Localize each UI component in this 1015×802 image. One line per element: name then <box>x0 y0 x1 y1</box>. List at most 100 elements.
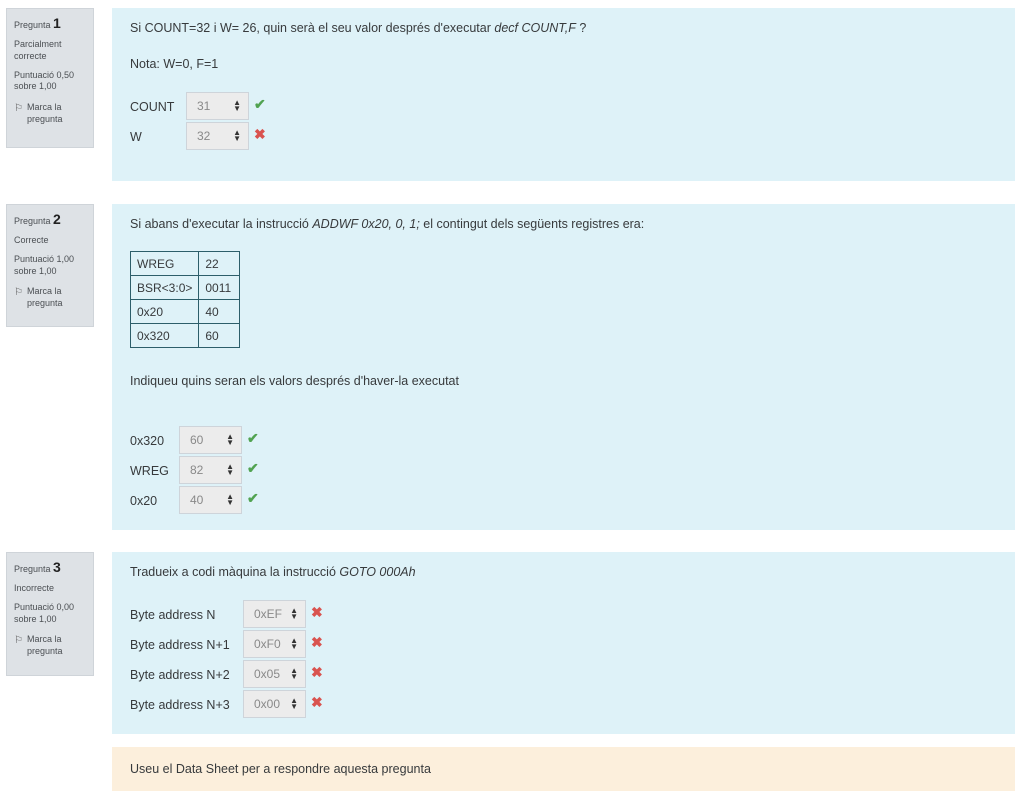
question-text-part: Si COUNT=32 i W= 26, quin serà el seu va… <box>130 21 495 35</box>
select-value: 40 <box>190 493 204 507</box>
question-number: Pregunta 3 <box>14 558 86 576</box>
question-info-3: Pregunta 3 Incorrecte Puntuació 0,00 sob… <box>6 552 94 676</box>
flag-question-link[interactable]: ⚐ Marca la pregunta <box>14 286 86 309</box>
cross-icon: ✖ <box>254 126 266 142</box>
answer-select-w[interactable]: 32 ▲ ▼ <box>186 122 249 150</box>
table-cell: 40 <box>198 299 241 324</box>
question-text-italic: decf COUNT,F <box>494 21 576 35</box>
answer-select-byte-n3[interactable]: 0x00 ▲ ▼ <box>243 690 306 718</box>
question-state: Incorrecte <box>14 583 55 594</box>
check-icon: ✔ <box>254 96 266 112</box>
answer-select-0x20[interactable]: 40 ▲ ▼ <box>179 486 242 514</box>
updown-arrow-icon: ▲ ▼ <box>233 98 241 113</box>
question-text: Si COUNT=32 i W= 26, quin serà el seu va… <box>130 21 586 35</box>
cross-icon: ✖ <box>311 604 323 620</box>
table-cell: 0x20 <box>129 299 200 324</box>
table-cell: WREG <box>129 251 200 276</box>
table-row: WREG 22 <box>129 251 241 276</box>
question-state: Parcialment correcte <box>14 39 62 61</box>
question-text: Si abans d'executar la instrucció ADDWF … <box>130 217 644 231</box>
updown-arrow-icon: ▲ ▼ <box>226 432 234 447</box>
flag-icon: ⚐ <box>14 287 23 299</box>
updown-arrow-icon: ▲ ▼ <box>233 128 241 143</box>
question-number: Pregunta 2 <box>14 210 86 228</box>
answer-label: Byte address N <box>130 608 216 622</box>
hint-box: Useu el Data Sheet per a respondre aques… <box>112 747 1015 791</box>
question-grade: Puntuació 0,50 sobre 1,00 <box>14 69 75 92</box>
question-grade: Puntuació 1,00 sobre 1,00 <box>14 253 75 276</box>
flag-question-link[interactable]: ⚐ Marca la pregunta <box>14 102 86 125</box>
answer-select-byte-n2[interactable]: 0x05 ▲ ▼ <box>243 660 306 688</box>
flag-icon: ⚐ <box>14 635 23 647</box>
question-label: Pregunta <box>14 564 51 574</box>
answer-select-byte-n1[interactable]: 0xF0 ▲ ▼ <box>243 630 306 658</box>
check-icon: ✔ <box>247 430 259 446</box>
answer-select-byte-n[interactable]: 0xEF ▲ ▼ <box>243 600 306 628</box>
question-number-value: 2 <box>53 211 61 227</box>
table-cell: 0011 <box>198 275 241 300</box>
flag-question-link[interactable]: ⚐ Marca la pregunta <box>14 634 86 657</box>
answer-select-wreg[interactable]: 82 ▲ ▼ <box>179 456 242 484</box>
question-info-2: Pregunta 2 Correcte Puntuació 1,00 sobre… <box>6 204 94 327</box>
table-cell: BSR<3:0> <box>129 275 200 300</box>
check-icon: ✔ <box>247 460 259 476</box>
select-value: 0xF0 <box>254 637 281 651</box>
question-number: Pregunta 1 <box>14 14 86 32</box>
updown-arrow-icon: ▲ ▼ <box>226 492 234 507</box>
table-row: 0x20 40 <box>129 299 241 324</box>
select-value: 82 <box>190 463 204 477</box>
flag-label: Marca la pregunta <box>26 101 63 124</box>
answer-label: 0x20 <box>130 494 158 508</box>
answer-label: WREG <box>130 464 169 478</box>
question-text-part: Si abans d'executar la instrucció <box>130 217 313 231</box>
table-cell: 22 <box>198 251 241 276</box>
answer-select-count[interactable]: 31 ▲ ▼ <box>186 92 249 120</box>
select-value: 0xEF <box>254 607 283 621</box>
select-value: 31 <box>197 99 211 113</box>
question-label: Pregunta <box>14 20 51 30</box>
table-row: 0x320 60 <box>129 323 241 348</box>
cross-icon: ✖ <box>311 634 323 650</box>
answer-label: COUNT <box>130 100 175 114</box>
check-icon: ✔ <box>247 490 259 506</box>
question-label: Pregunta <box>14 216 51 226</box>
question-prompt: Indiqueu quins seran els valors després … <box>130 374 459 388</box>
question-text-part: ? <box>575 21 587 35</box>
select-value: 32 <box>197 129 211 143</box>
question-text: Tradueix a codi màquina la instrucció GO… <box>130 565 416 579</box>
question-number-value: 1 <box>53 15 61 31</box>
flag-label: Marca la pregunta <box>26 634 63 656</box>
question-text-part: el contingut dels següents registres era… <box>419 217 645 231</box>
updown-arrow-icon: ▲ ▼ <box>226 462 234 477</box>
question-text-italic: GOTO 000Ah <box>339 565 416 579</box>
updown-arrow-icon: ▲ ▼ <box>290 606 298 621</box>
question-grade: Puntuació 0,00 sobre 1,00 <box>14 601 75 624</box>
table-row: BSR<3:0> 0011 <box>129 275 241 300</box>
question-content-2: Si abans d'executar la instrucció ADDWF … <box>112 204 1015 530</box>
answer-label: Byte address N+3 <box>130 698 230 712</box>
answer-label: W <box>130 130 142 144</box>
select-value: 0x05 <box>254 667 281 681</box>
updown-arrow-icon: ▲ ▼ <box>290 696 298 711</box>
cross-icon: ✖ <box>311 694 323 710</box>
question-text-part: Tradueix a codi màquina la instrucció <box>130 565 340 579</box>
question-text-italic: ADDWF 0x20, 0, 1; <box>312 217 420 231</box>
question-number-value: 3 <box>53 559 61 575</box>
question-note: Nota: W=0, F=1 <box>130 57 219 71</box>
table-cell: 0x320 <box>129 323 200 348</box>
flag-label: Marca la pregunta <box>26 286 63 308</box>
answer-select-0x320[interactable]: 60 ▲ ▼ <box>179 426 242 454</box>
question-state: Correcte <box>14 235 49 246</box>
question-info-1: Pregunta 1 Parcialment correcte Puntuaci… <box>6 8 94 148</box>
cross-icon: ✖ <box>311 664 323 680</box>
answer-label: 0x320 <box>130 434 165 448</box>
table-cell: 60 <box>198 323 241 348</box>
answer-label: Byte address N+1 <box>130 638 230 652</box>
question-content-1: Si COUNT=32 i W= 26, quin serà el seu va… <box>112 8 1015 181</box>
registers-table: WREG 22 BSR<3:0> 0011 0x20 40 0x320 60 <box>129 251 241 348</box>
question-content-3: Tradueix a codi màquina la instrucció GO… <box>112 552 1015 734</box>
updown-arrow-icon: ▲ ▼ <box>290 636 298 651</box>
select-value: 0x00 <box>254 697 281 711</box>
answer-label: Byte address N+2 <box>130 668 230 682</box>
updown-arrow-icon: ▲ ▼ <box>290 666 298 681</box>
